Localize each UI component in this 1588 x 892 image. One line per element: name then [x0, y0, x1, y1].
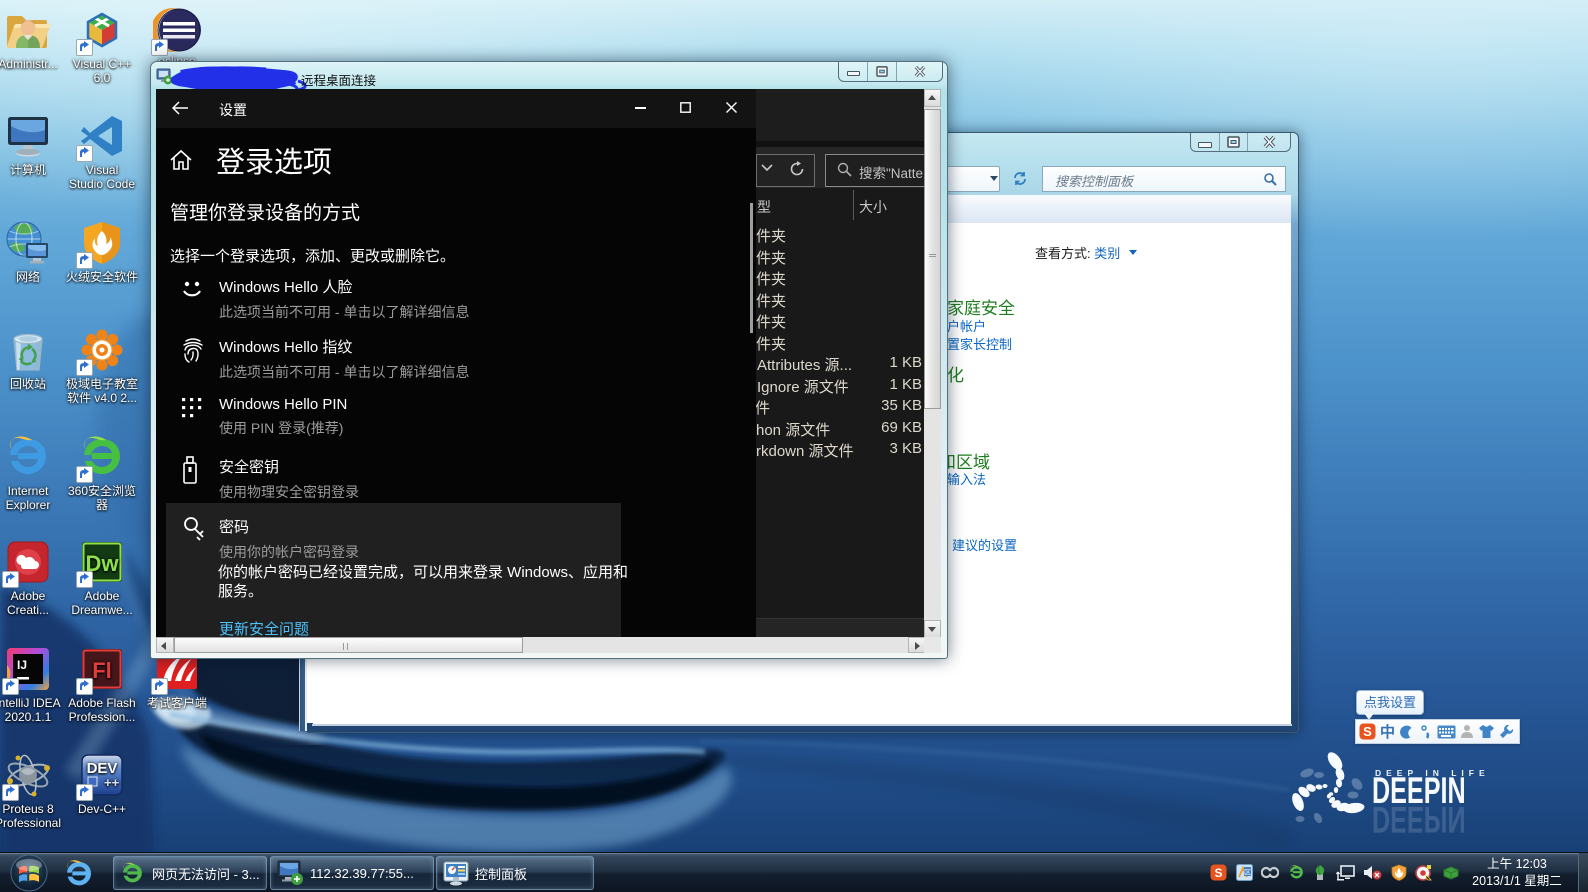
svg-text:++: ++	[104, 775, 120, 790]
svg-text:区: 区	[1244, 869, 1251, 877]
svg-text:IJ: IJ	[17, 658, 27, 672]
svg-text:DEEPIN: DEEPIN	[1372, 799, 1466, 841]
svg-text:Fl: Fl	[92, 658, 112, 683]
svg-text:S: S	[1214, 866, 1222, 880]
svg-text:S: S	[1363, 724, 1372, 739]
